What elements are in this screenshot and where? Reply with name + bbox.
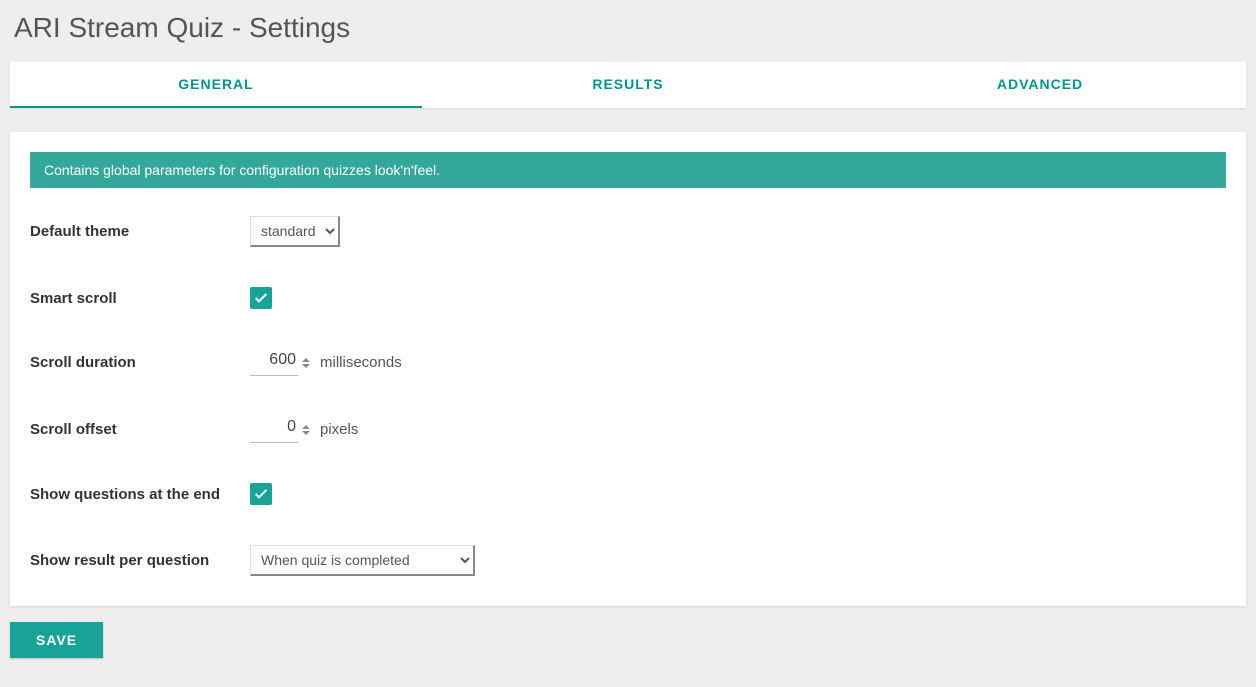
tab-advanced[interactable]: ADVANCED (834, 62, 1246, 108)
checkbox-show-questions-end[interactable] (250, 483, 272, 505)
label-show-result-per-question: Show result per question (30, 552, 250, 569)
input-scroll-duration[interactable] (250, 349, 298, 376)
row-show-result-per-question: Show result per question When quiz is co… (30, 545, 1226, 576)
save-button[interactable]: SAVE (10, 622, 103, 658)
label-smart-scroll: Smart scroll (30, 290, 250, 307)
unit-scroll-offset: pixels (320, 421, 358, 438)
check-icon (253, 486, 269, 502)
select-show-result-per-question[interactable]: When quiz is completed (250, 545, 475, 576)
row-smart-scroll: Smart scroll (30, 287, 1226, 309)
chevron-up-icon (302, 358, 310, 362)
label-show-questions-end: Show questions at the end (30, 486, 250, 503)
settings-panel: Contains global parameters for configura… (10, 132, 1246, 606)
chevron-up-icon (302, 425, 310, 429)
tab-general[interactable]: GENERAL (10, 62, 422, 108)
check-icon (253, 290, 269, 306)
unit-scroll-duration: milliseconds (320, 354, 402, 371)
chevron-down-icon (302, 431, 310, 435)
row-default-theme: Default theme standard (30, 216, 1226, 247)
row-scroll-duration: Scroll duration milliseconds (30, 349, 1226, 376)
page-title: ARI Stream Quiz - Settings (14, 12, 1246, 44)
checkbox-smart-scroll[interactable] (250, 287, 272, 309)
chevron-down-icon (302, 364, 310, 368)
spinner-scroll-offset[interactable] (302, 424, 310, 436)
label-scroll-duration: Scroll duration (30, 354, 250, 371)
tab-results[interactable]: RESULTS (422, 62, 834, 108)
row-scroll-offset: Scroll offset pixels (30, 416, 1226, 443)
input-scroll-offset[interactable] (250, 416, 298, 443)
settings-tabs: GENERAL RESULTS ADVANCED (10, 62, 1246, 108)
spinner-scroll-duration[interactable] (302, 357, 310, 369)
row-show-questions-end: Show questions at the end (30, 483, 1226, 505)
label-scroll-offset: Scroll offset (30, 421, 250, 438)
select-default-theme[interactable]: standard (250, 216, 340, 247)
label-default-theme: Default theme (30, 223, 250, 240)
panel-banner: Contains global parameters for configura… (30, 152, 1226, 188)
